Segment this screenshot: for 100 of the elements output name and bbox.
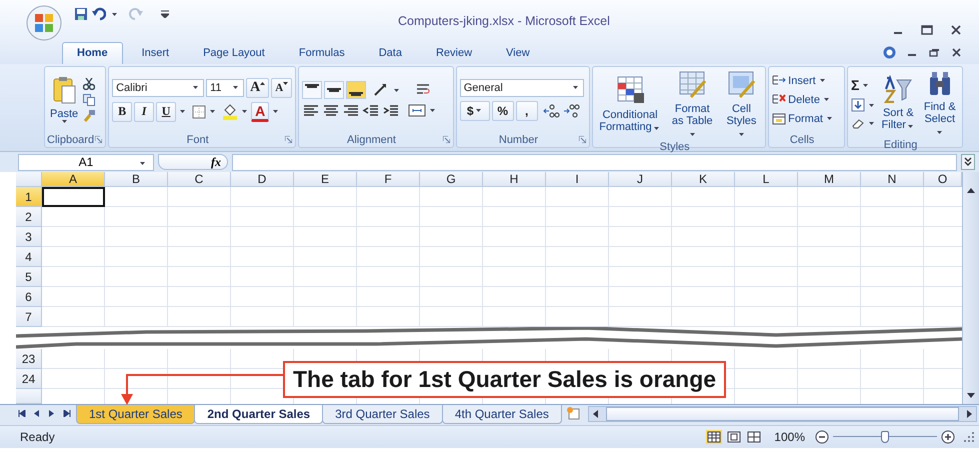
row-header[interactable]: 6	[16, 287, 42, 307]
vertical-scrollbar[interactable]	[962, 172, 979, 404]
scroll-left-icon[interactable]	[592, 410, 598, 418]
caret-icon[interactable]	[572, 86, 578, 89]
insert-sheet-icon[interactable]	[566, 406, 582, 420]
caret-icon[interactable]	[824, 98, 829, 101]
merge-cells-icon[interactable]	[408, 103, 426, 118]
column-header[interactable]: D	[231, 172, 294, 187]
ribbon-tab[interactable]: Insert	[126, 42, 184, 64]
caret-icon[interactable]	[112, 12, 117, 16]
column-header[interactable]: O	[924, 172, 962, 187]
scissors-icon[interactable]	[83, 78, 96, 90]
column-header[interactable]: M	[798, 172, 861, 187]
row-header[interactable]: 3	[16, 227, 42, 247]
close-icon[interactable]	[951, 25, 961, 35]
number-format-field[interactable]: General	[460, 78, 584, 96]
underline-button[interactable]: U	[156, 102, 176, 122]
column-header[interactable]: J	[609, 172, 672, 187]
name-box[interactable]: A1	[18, 154, 154, 170]
scroll-down-icon[interactable]	[967, 393, 975, 398]
save-icon[interactable]	[74, 7, 88, 21]
formula-field[interactable]	[232, 154, 957, 170]
column-header[interactable]: B	[105, 172, 168, 187]
maximize-icon[interactable]	[921, 25, 933, 35]
last-sheet-icon[interactable]	[63, 410, 71, 416]
caret-icon[interactable]	[908, 125, 913, 128]
zoom-slider[interactable]	[833, 431, 937, 443]
copy-icon[interactable]	[83, 94, 96, 106]
caret-icon[interactable]	[430, 109, 436, 112]
column-header[interactable]: E	[294, 172, 357, 187]
column-header[interactable]: H	[483, 172, 546, 187]
help-icon[interactable]	[883, 46, 896, 59]
cells-command-button[interactable]: Format	[772, 112, 834, 125]
column-header[interactable]: F	[357, 172, 420, 187]
ribbon-tab[interactable]: Review	[420, 42, 488, 64]
number-style-button[interactable]: ,	[516, 100, 538, 120]
font-name-field[interactable]: Calibri	[112, 78, 204, 96]
ribbon-command-button[interactable]: Cell Styles	[720, 69, 762, 139]
office-button[interactable]	[26, 5, 62, 41]
fill-color-icon[interactable]	[222, 104, 238, 120]
autosum-button[interactable]: Σ	[851, 77, 860, 93]
caret-icon[interactable]	[869, 122, 874, 124]
row-header[interactable]: 23	[16, 349, 42, 369]
normal-view-icon[interactable]	[706, 430, 722, 444]
column-header[interactable]: I	[546, 172, 609, 187]
cells-command-button[interactable]: Delete	[772, 93, 834, 106]
decrease-decimal-icon[interactable]	[562, 102, 581, 118]
caret-icon[interactable]	[140, 162, 145, 164]
scroll-up-icon[interactable]	[967, 188, 975, 193]
editing-command-button[interactable]: Sort & Filter	[879, 75, 918, 131]
row-header[interactable]: 7	[16, 307, 42, 327]
customize-menu-icon[interactable]	[161, 10, 169, 18]
caret-icon[interactable]	[242, 110, 248, 113]
zoom-slider-thumb[interactable]	[881, 431, 889, 443]
selected-cell[interactable]	[42, 187, 105, 207]
first-sheet-icon[interactable]	[18, 410, 26, 416]
number-style-button[interactable]: %	[492, 100, 514, 120]
decrease-indent-icon[interactable]	[362, 103, 380, 118]
zoom-out-icon[interactable]	[815, 430, 829, 444]
caret-icon[interactable]	[654, 127, 659, 130]
restore-icon[interactable]	[929, 48, 940, 57]
dialog-launcher-icon[interactable]	[285, 136, 292, 143]
font-size-field[interactable]: 11	[206, 78, 244, 96]
row-header[interactable]: 5	[16, 267, 42, 287]
undo-icon[interactable]	[92, 7, 106, 21]
sheet-tab[interactable]: 3rd Quarter Sales	[322, 405, 443, 424]
caret-icon[interactable]	[210, 110, 216, 113]
column-header[interactable]: G	[420, 172, 483, 187]
scroll-right-icon[interactable]	[967, 410, 972, 418]
align-middle-icon[interactable]	[324, 81, 344, 99]
sheet-tab[interactable]: 1st Quarter Sales	[76, 405, 196, 424]
caret-icon[interactable]	[476, 109, 481, 112]
caret-icon[interactable]	[62, 120, 67, 123]
column-header[interactable]: A	[42, 172, 105, 187]
ribbon-command-button[interactable]: Format as Table	[666, 69, 718, 139]
cell-grid[interactable]	[42, 187, 962, 327]
number-style-button[interactable]: $	[460, 100, 490, 120]
ribbon-tab[interactable]: Page Layout	[188, 42, 280, 64]
font-color-button[interactable]: A	[251, 102, 270, 122]
horizontal-scrollbar[interactable]	[588, 406, 977, 422]
ribbon-tab[interactable]: Formulas	[284, 42, 360, 64]
column-header[interactable]: N	[861, 172, 924, 187]
ribbon-tab[interactable]: Data	[364, 42, 417, 64]
eraser-icon[interactable]	[851, 117, 866, 129]
next-sheet-icon[interactable]	[48, 410, 56, 416]
dialog-launcher-icon[interactable]	[579, 136, 586, 143]
caret-icon[interactable]	[180, 110, 186, 113]
align-top-icon[interactable]	[302, 81, 322, 99]
caret-icon[interactable]	[690, 133, 695, 136]
borders-icon[interactable]	[192, 104, 206, 118]
fill-down-icon[interactable]	[851, 98, 866, 112]
grow-font-button[interactable]: A	[246, 78, 270, 98]
caret-icon[interactable]	[394, 88, 400, 92]
expand-icon[interactable]	[961, 154, 975, 170]
column-header[interactable]: L	[735, 172, 798, 187]
caret-icon[interactable]	[738, 133, 744, 136]
cells-command-button[interactable]: Insert	[772, 74, 834, 87]
caret-icon[interactable]	[937, 131, 942, 134]
scroll-thumb[interactable]	[606, 407, 959, 421]
zoom-in-icon[interactable]	[941, 430, 955, 444]
